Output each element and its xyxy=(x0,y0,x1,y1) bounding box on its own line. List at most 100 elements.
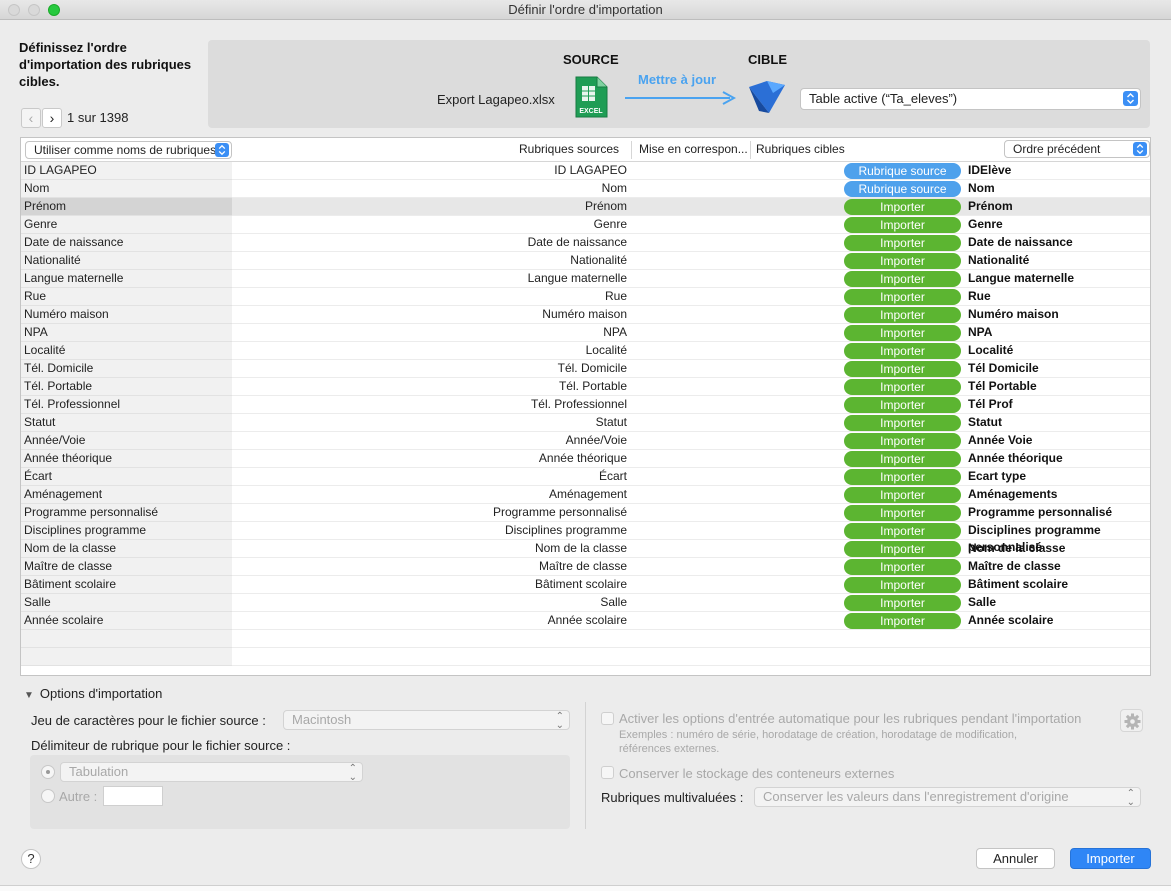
import-toggle-button[interactable]: Importer xyxy=(844,595,961,611)
minimize-window-button[interactable] xyxy=(28,4,40,16)
target-field-name[interactable]: Nom xyxy=(968,180,995,197)
target-field-name[interactable]: Bâtiment scolaire xyxy=(968,576,1068,593)
table-row[interactable]: Nationalité Nationalité Importer Nationalit… xyxy=(21,252,1150,270)
import-toggle-button[interactable]: Importer xyxy=(844,433,961,449)
import-toggle-button[interactable]: Importer xyxy=(844,397,961,413)
table-row[interactable]: Tél. Portable Tél. Portable Importer Tél Po… xyxy=(21,378,1150,396)
target-field-name[interactable]: Numéro maison xyxy=(968,306,1059,323)
target-field-name[interactable]: IDElève xyxy=(968,162,1011,179)
charset-select[interactable]: Macintosh ⌃ ⌄ xyxy=(283,710,570,731)
target-field-name[interactable]: Nom de la classe xyxy=(968,540,1065,557)
target-field-name[interactable]: Genre xyxy=(968,216,1003,233)
import-toggle-button[interactable]: Importer xyxy=(844,307,961,323)
table-row[interactable]: Maître de classe Maître de classe Importer… xyxy=(21,558,1150,576)
import-toggle-button[interactable]: Importer xyxy=(844,271,961,287)
table-row[interactable]: Nom Nom Rubrique source Nom xyxy=(21,180,1150,198)
target-field-name[interactable]: Langue maternelle xyxy=(968,270,1074,287)
table-row[interactable]: NPA NPA Importer NPA xyxy=(21,324,1150,342)
help-button[interactable]: ? xyxy=(21,849,41,869)
table-row[interactable]: Tél. Domicile Tél. Domicile Importer Tél Do… xyxy=(21,360,1150,378)
table-row[interactable]: Rue Rue Importer Rue xyxy=(21,288,1150,306)
import-toggle-button[interactable]: Importer xyxy=(844,217,961,233)
update-link[interactable]: Mettre à jour xyxy=(638,72,716,87)
source-field-toggle-button[interactable]: Rubrique source xyxy=(844,181,961,197)
target-field-name[interactable]: Année scolaire xyxy=(968,612,1053,629)
table-row[interactable]: Écart Écart Importer Ecart type xyxy=(21,468,1150,486)
import-order-select[interactable]: Ordre précédent xyxy=(1004,140,1150,158)
auto-entry-settings-button[interactable] xyxy=(1120,709,1143,732)
close-window-button[interactable] xyxy=(8,4,20,16)
other-delimiter-radio[interactable] xyxy=(41,789,55,803)
next-record-button[interactable]: › xyxy=(42,108,62,128)
table-row[interactable]: Date de naissance Date de naissance Import… xyxy=(21,234,1150,252)
table-row[interactable]: ID LAGAPEO ID LAGAPEO Rubrique source IDElè… xyxy=(21,162,1150,180)
other-delimiter-input[interactable] xyxy=(103,786,163,806)
target-field-name[interactable]: Localité xyxy=(968,342,1013,359)
target-field-name[interactable]: Statut xyxy=(968,414,1002,431)
table-row[interactable]: Année scolaire Année scolaire Importer Anné… xyxy=(21,612,1150,630)
target-field-name[interactable]: Rue xyxy=(968,288,991,305)
tab-delimiter-radio[interactable] xyxy=(41,765,55,779)
import-toggle-button[interactable]: Importer xyxy=(844,487,961,503)
target-field-name[interactable]: Prénom xyxy=(968,198,1013,215)
import-toggle-button[interactable]: Importer xyxy=(844,559,961,575)
target-field-name[interactable]: Année théorique xyxy=(968,450,1063,467)
use-as-field-names-select[interactable]: Utiliser comme noms de rubriques xyxy=(25,141,232,159)
source-field-toggle-button[interactable]: Rubrique source xyxy=(844,163,961,179)
target-field-name[interactable]: Maître de classe xyxy=(968,558,1061,575)
import-toggle-button[interactable]: Importer xyxy=(844,379,961,395)
import-toggle-button[interactable]: Importer xyxy=(844,505,961,521)
import-toggle-button[interactable]: Importer xyxy=(844,415,961,431)
import-toggle-button[interactable]: Importer xyxy=(844,361,961,377)
previous-record-button[interactable]: ‹ xyxy=(21,108,41,128)
multivalued-select[interactable]: Conserver les valeurs dans l'enregistrem… xyxy=(754,787,1141,808)
column-header-mapping[interactable]: Mise en correspon... xyxy=(639,138,748,162)
table-row[interactable] xyxy=(21,648,1150,666)
tab-delimiter-select[interactable]: Tabulation ⌃ ⌄ xyxy=(60,762,363,783)
import-toggle-button[interactable]: Importer xyxy=(844,343,961,359)
target-field-name[interactable]: Programme personnalisé xyxy=(968,504,1112,521)
import-toggle-button[interactable]: Importer xyxy=(844,469,961,485)
target-field-name[interactable]: Année Voie xyxy=(968,432,1032,449)
import-toggle-button[interactable]: Importer xyxy=(844,451,961,467)
table-row[interactable]: Disciplines programme Disciplines program… xyxy=(21,522,1150,554)
import-button[interactable]: Importer xyxy=(1070,848,1151,869)
import-toggle-button[interactable]: Importer xyxy=(844,235,961,251)
table-row[interactable]: Aménagement Aménagement Importer Aménagemen… xyxy=(21,486,1150,504)
external-storage-checkbox[interactable] xyxy=(601,766,614,779)
target-field-name[interactable]: Tél Domicile xyxy=(968,360,1039,377)
table-row[interactable]: Statut Statut Importer Statut xyxy=(21,414,1150,432)
table-row[interactable]: Prénom Prénom Importer Prénom xyxy=(21,198,1150,216)
table-row[interactable]: Tél. Professionnel Tél. Professionnel Impo… xyxy=(21,396,1150,414)
import-toggle-button[interactable]: Importer xyxy=(844,289,961,305)
table-row[interactable]: Année/Voie Année/Voie Importer Année Voie xyxy=(21,432,1150,450)
target-field-name[interactable]: Salle xyxy=(968,594,996,611)
import-toggle-button[interactable]: Importer xyxy=(844,253,961,269)
import-toggle-button[interactable]: Importer xyxy=(844,523,961,539)
zoom-window-button[interactable] xyxy=(48,4,60,16)
target-field-name[interactable]: Tél Prof xyxy=(968,396,1013,413)
import-toggle-button[interactable]: Importer xyxy=(844,541,961,557)
table-row[interactable]: Programme personnalisé Programme personna… xyxy=(21,504,1150,522)
import-toggle-button[interactable]: Importer xyxy=(844,613,961,629)
import-toggle-button[interactable]: Importer xyxy=(844,577,961,593)
table-row[interactable]: Genre Genre Importer Genre xyxy=(21,216,1150,234)
table-row[interactable]: Bâtiment scolaire Bâtiment scolaire Import… xyxy=(21,576,1150,594)
table-row[interactable]: Numéro maison Numéro maison Importer Numéro… xyxy=(21,306,1150,324)
target-field-name[interactable]: Nationalité xyxy=(968,252,1029,269)
table-row[interactable]: Langue maternelle Langue maternelle Import… xyxy=(21,270,1150,288)
column-header-source-fields[interactable]: Rubriques sources xyxy=(519,138,619,162)
table-row[interactable]: Localité Localité Importer Localité xyxy=(21,342,1150,360)
target-field-name[interactable]: Aménagements xyxy=(968,486,1057,503)
table-row[interactable]: Nom de la classe Nom de la classe Importer… xyxy=(21,540,1150,558)
import-toggle-button[interactable]: Importer xyxy=(844,199,961,215)
import-toggle-button[interactable]: Importer xyxy=(844,325,961,341)
column-header-target-fields[interactable]: Rubriques cibles xyxy=(756,138,845,162)
target-field-name[interactable]: Tél Portable xyxy=(968,378,1037,395)
target-field-name[interactable]: Date de naissance xyxy=(968,234,1073,251)
table-row[interactable]: Salle Salle Importer Salle xyxy=(21,594,1150,612)
cancel-button[interactable]: Annuler xyxy=(976,848,1055,869)
table-row[interactable]: Année théorique Année théorique Importer An… xyxy=(21,450,1150,468)
table-row[interactable] xyxy=(21,630,1150,648)
target-field-name[interactable]: Ecart type xyxy=(968,468,1026,485)
